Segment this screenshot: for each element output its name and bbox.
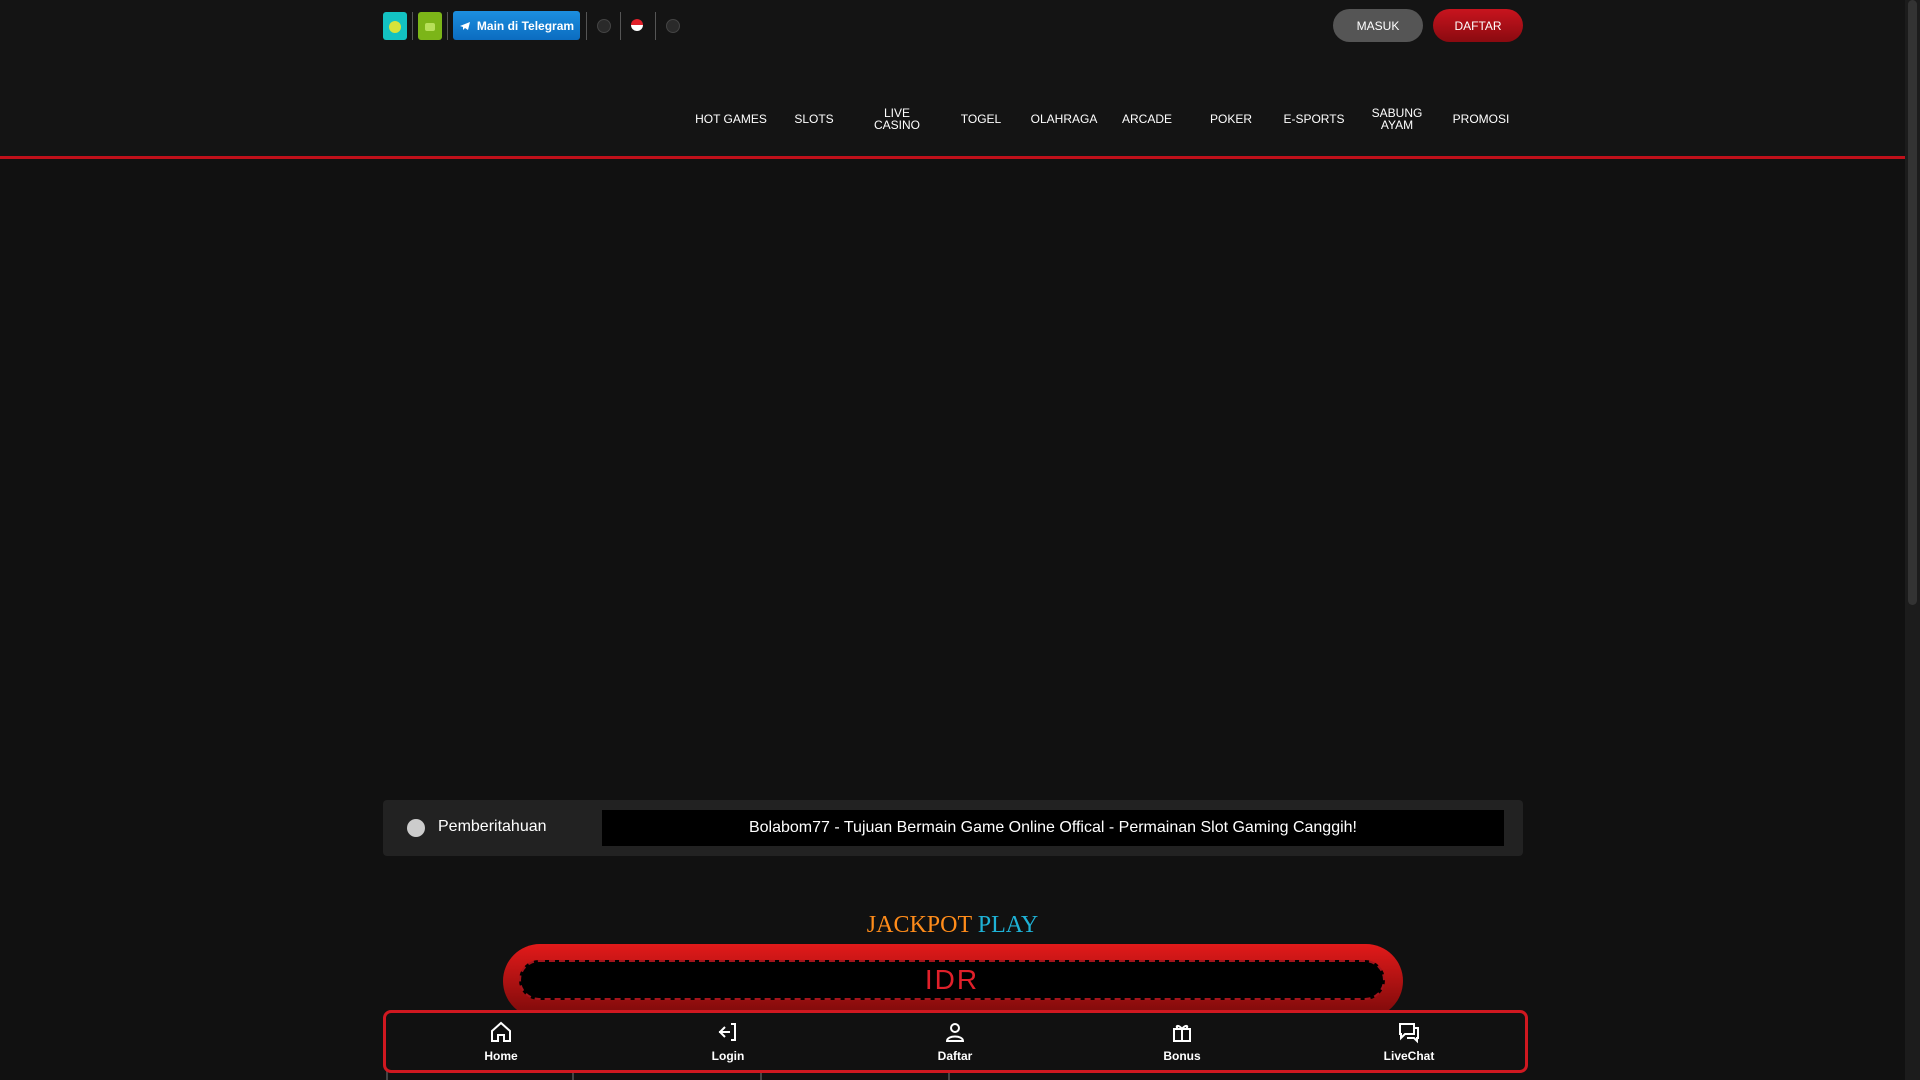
login-icon <box>718 1023 736 1041</box>
login-button[interactable]: MASUK <box>1333 9 1423 42</box>
bottom-nav-login[interactable]: Login <box>648 1013 808 1070</box>
announcement-marquee: Bolabom77 - Tujuan Bermain Game Online O… <box>602 810 1504 846</box>
nav-item-olahraga[interactable]: OLAHRAGA <box>1024 113 1104 125</box>
nav-item-e-sports[interactable]: E-SPORTS <box>1274 113 1354 125</box>
divider <box>586 12 587 40</box>
jackpot-counter: IDR <box>503 944 1403 1018</box>
jackpot-title-word2: PLAY <box>977 912 1039 938</box>
nav-item-arcade[interactable]: ARCADE <box>1107 113 1187 125</box>
bottom-nav-home[interactable]: Home <box>421 1013 581 1070</box>
bottom-nav-bonus-label: Bonus <box>1163 1049 1201 1063</box>
apple-icon <box>389 21 401 33</box>
bottom-nav-register-label: Daftar <box>937 1049 973 1063</box>
nav-item-hot-games[interactable]: HOT GAMES <box>691 113 771 125</box>
top-bar: Main di Telegram MASUK DAFTAR <box>0 0 1905 51</box>
jackpot-currency: IDR <box>519 960 1385 1000</box>
main-nav: HOT GAMES SLOTS LIVE CASINO TOGEL OLAHRA… <box>0 51 1905 159</box>
nav-item-sabung-ayam-label: SABUNG AYAM <box>1371 106 1423 132</box>
bottom-nav: Home Login Daftar Bonus LiveChat <box>383 1010 1528 1073</box>
announcement-bar: Pemberitahuan Bolabom77 - Tujuan Bermain… <box>383 800 1523 856</box>
divider <box>412 12 413 40</box>
settings-icon[interactable] <box>666 19 680 33</box>
divider <box>620 12 621 40</box>
divider <box>655 12 656 40</box>
nav-item-slots[interactable]: SLOTS <box>774 113 854 125</box>
nav-item-promosi[interactable]: PROMOSI <box>1441 113 1521 125</box>
speaker-icon <box>407 819 425 837</box>
android-icon <box>425 23 435 31</box>
announcement-label: Pemberitahuan <box>438 818 547 835</box>
bottom-nav-login-label: Login <box>711 1049 745 1063</box>
jackpot-title-word1: JACKPOT <box>866 912 972 938</box>
theme-toggle-icon[interactable] <box>597 19 611 33</box>
bottom-nav-livechat-label: LiveChat <box>1383 1049 1435 1063</box>
jackpot-title: JACKPOT PLAY <box>0 912 1905 939</box>
nav-item-sabung-ayam[interactable]: SABUNG AYAM <box>1357 107 1437 131</box>
register-button[interactable]: DAFTAR <box>1433 9 1523 42</box>
nav-item-poker[interactable]: POKER <box>1191 113 1271 125</box>
bottom-nav-register[interactable]: Daftar <box>875 1013 1035 1070</box>
bottom-nav-livechat[interactable]: LiveChat <box>1329 1013 1489 1070</box>
gift-icon <box>1173 1025 1191 1042</box>
nav-item-live-casino-label: LIVE CASINO <box>873 106 920 132</box>
bottom-nav-bonus[interactable]: Bonus <box>1102 1013 1262 1070</box>
telegram-button[interactable]: Main di Telegram <box>453 11 580 40</box>
home-icon <box>491 1021 511 1042</box>
nav-item-live-casino[interactable]: LIVE CASINO <box>857 107 937 131</box>
android-app-button[interactable] <box>418 12 442 40</box>
hero-banner <box>0 159 1905 799</box>
ios-app-button[interactable] <box>383 12 407 40</box>
telegram-label: Main di Telegram <box>476 18 575 33</box>
nav-item-togel[interactable]: TOGEL <box>941 113 1021 125</box>
telegram-icon <box>459 21 470 30</box>
scrollbar-thumb[interactable] <box>1908 0 1917 605</box>
bottom-nav-home-label: Home <box>484 1049 518 1063</box>
divider <box>447 12 448 40</box>
indonesia-flag-icon[interactable] <box>631 19 643 31</box>
user-icon <box>945 1023 965 1042</box>
chat-icon <box>1399 1023 1419 1044</box>
